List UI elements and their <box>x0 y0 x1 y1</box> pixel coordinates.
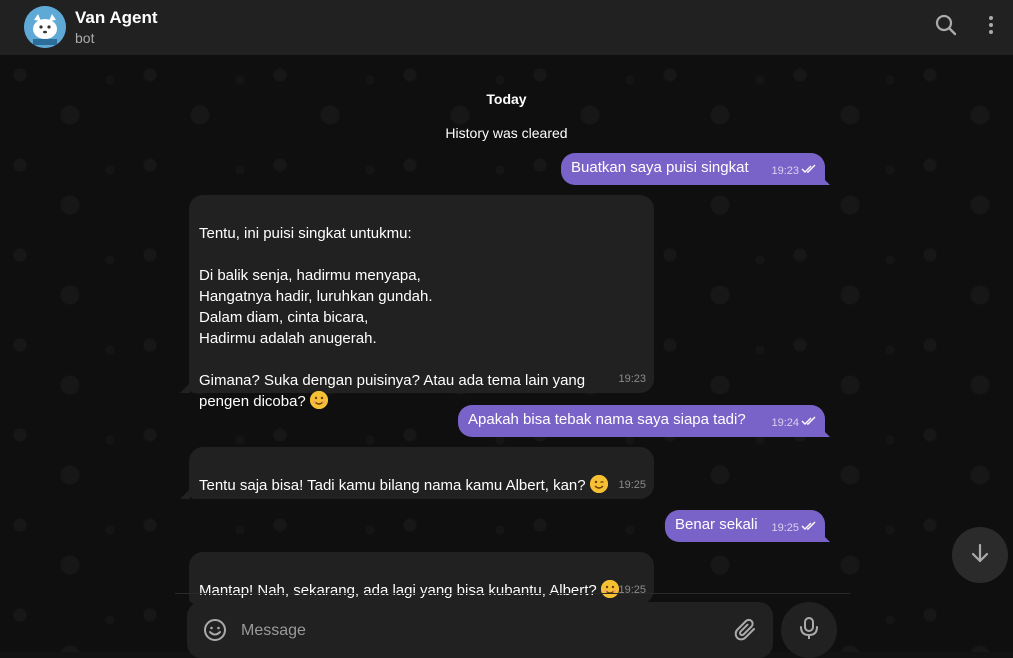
bubble-tail <box>180 489 190 499</box>
message-text: Mantap! Nah, sekarang, ada lagi yang bis… <box>199 582 597 599</box>
scroll-to-bottom-button[interactable] <box>952 527 1008 583</box>
message-time: 19:23 <box>618 373 646 385</box>
composer-divider <box>175 593 850 594</box>
message-time: 19:25 <box>771 522 799 534</box>
message-text: Tentu saja bisa! Tadi kamu bilang nama k… <box>199 477 586 494</box>
message-list[interactable]: Today History was cleared Buatkan saya p… <box>0 55 1013 652</box>
emoji-icon[interactable] <box>203 618 227 647</box>
search-icon <box>935 14 957 41</box>
message-text: Apakah bisa tebak nama saya siapa tadi? <box>468 411 746 428</box>
paperclip-icon[interactable] <box>734 618 758 647</box>
bubble-tail <box>820 532 830 542</box>
message-time: 19:23 <box>771 165 799 177</box>
chat-title[interactable]: Van Agent <box>75 8 158 28</box>
outgoing-message[interactable]: Buatkan saya puisi singkat 19:23 <box>561 153 825 185</box>
message-time: 19:24 <box>771 417 799 429</box>
incoming-message[interactable]: Tentu saja bisa! Tadi kamu bilang nama k… <box>189 447 654 499</box>
microphone-icon <box>798 616 820 645</box>
double-check-icon <box>801 161 817 182</box>
message-input[interactable] <box>239 616 703 646</box>
double-check-icon <box>801 518 817 539</box>
message-composer <box>187 602 773 658</box>
voice-record-button[interactable] <box>781 602 837 658</box>
message-text: Benar sekali <box>675 516 758 533</box>
message-meta: 19:25 <box>771 518 817 539</box>
chat-header: Van Agent bot <box>0 0 1013 55</box>
date-separator: Today <box>486 91 527 107</box>
message-meta: 19:25 <box>618 475 646 496</box>
message-meta: 19:24 <box>771 413 817 434</box>
bubble-tail <box>820 175 830 185</box>
bubble-tail <box>180 383 190 393</box>
message-text: Buatkan saya puisi singkat <box>571 159 749 176</box>
chat-subtitle: bot <box>75 30 95 46</box>
incoming-message[interactable]: Tentu, ini puisi singkat untukmu: Di bal… <box>189 195 654 410</box>
more-menu-button[interactable] <box>978 14 1004 40</box>
service-message: History was cleared <box>445 125 568 141</box>
message-time: 19:25 <box>618 584 646 596</box>
outgoing-message[interactable]: Apakah bisa tebak nama saya siapa tadi? … <box>458 405 825 437</box>
message-text: Tentu, ini puisi singkat untukmu: Di bal… <box>199 225 586 410</box>
bubble-tail <box>820 427 830 437</box>
more-vertical-icon <box>988 15 994 40</box>
winking-face-emoji <box>589 475 608 493</box>
incoming-message[interactable]: Mantap! Nah, sekarang, ada lagi yang bis… <box>189 552 654 604</box>
avatar[interactable] <box>24 6 66 48</box>
outgoing-message[interactable]: Benar sekali 19:25 <box>665 510 825 542</box>
message-meta: 19:25 <box>618 580 646 601</box>
double-check-icon <box>801 413 817 434</box>
smiling-face-emoji <box>309 391 328 409</box>
message-meta: 19:23 <box>618 369 646 390</box>
message-time: 19:25 <box>618 479 646 491</box>
arrow-down-icon <box>969 542 991 569</box>
smiling-face-emoji <box>600 580 619 598</box>
message-meta: 19:23 <box>771 161 817 182</box>
search-button[interactable] <box>933 14 959 40</box>
